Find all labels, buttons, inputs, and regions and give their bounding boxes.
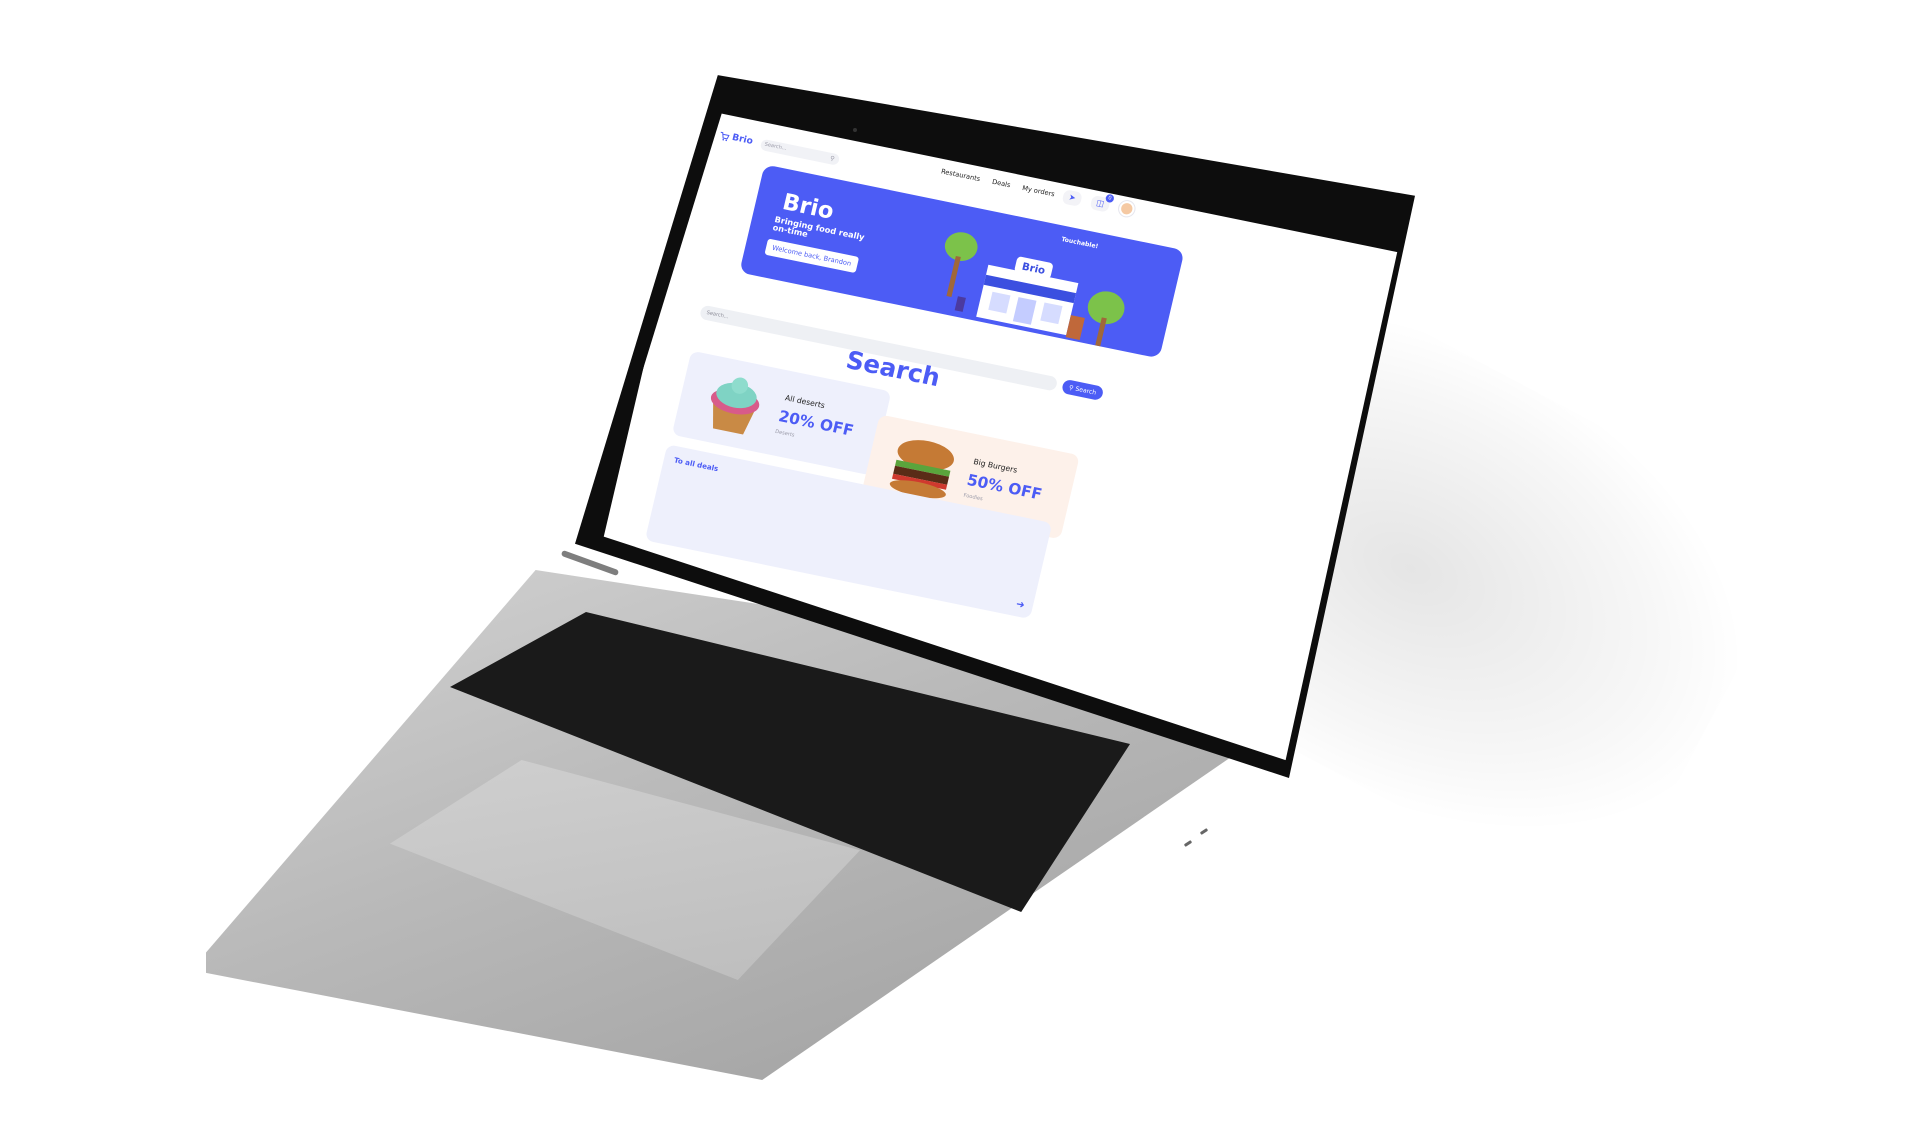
send-button[interactable]: ➤ bbox=[1061, 188, 1083, 207]
search-button[interactable]: ⚲ Search bbox=[1061, 378, 1105, 402]
deal-category: Foodies bbox=[962, 492, 984, 503]
logo-text: Brio bbox=[730, 132, 754, 147]
deal-category: Deserts bbox=[774, 428, 796, 439]
search-button-label: Search bbox=[1074, 384, 1097, 397]
cart-icon bbox=[720, 131, 730, 142]
usb-port bbox=[1199, 828, 1209, 835]
usb-port bbox=[1183, 840, 1193, 847]
arrow-right-icon[interactable]: ➜ bbox=[1015, 599, 1026, 612]
nav-search-placeholder: Search... bbox=[763, 141, 788, 152]
search-icon: ⚲ bbox=[829, 154, 836, 163]
shop-illustration[interactable]: Brio bbox=[915, 222, 1146, 353]
search-icon: ⚲ bbox=[1068, 383, 1075, 392]
send-icon: ➤ bbox=[1067, 192, 1077, 203]
touchable-label: Touchable! bbox=[1060, 235, 1099, 251]
bag-icon: ◫ bbox=[1095, 198, 1106, 209]
all-deals-link[interactable]: To all deals bbox=[673, 456, 719, 473]
cupcake-image bbox=[710, 377, 760, 435]
nav-search-input[interactable]: Search... ⚲ bbox=[759, 138, 840, 166]
cart-button[interactable]: ◫ 0 bbox=[1089, 193, 1115, 213]
logo[interactable]: Brio bbox=[718, 130, 754, 147]
cart-count-badge: 0 bbox=[1105, 193, 1115, 203]
search-input-placeholder: Search... bbox=[705, 309, 730, 321]
